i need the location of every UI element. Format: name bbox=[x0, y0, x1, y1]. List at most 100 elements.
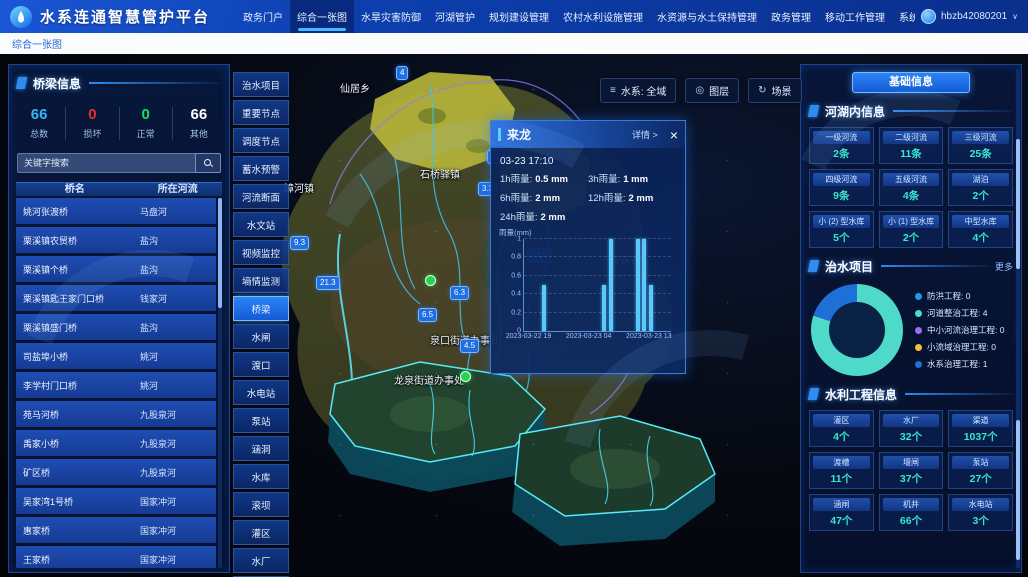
legend-item[interactable]: 小流域治理工程: 0 bbox=[915, 341, 1015, 353]
layer-menu-item[interactable]: 水电站 bbox=[233, 380, 289, 405]
popup-metrics: 1h雨量:0.5 mm3h雨量:1 mm6h雨量:2 mm12h雨量:2 mm2… bbox=[500, 171, 676, 223]
river-name-cell: 九股泉河 bbox=[130, 408, 216, 421]
table-row[interactable]: 矿区桥九股泉河 bbox=[16, 459, 216, 485]
map-control-button[interactable]: ◎图层 bbox=[685, 78, 739, 103]
table-row[interactable]: 惠家桥国家冲河 bbox=[16, 517, 216, 543]
layer-menu-item[interactable]: 河流断面 bbox=[233, 184, 289, 209]
info-cell[interactable]: 堰闸37个 bbox=[879, 452, 944, 489]
basic-info-button[interactable]: 基础信息 bbox=[852, 72, 970, 93]
info-cell[interactable]: 机井66个 bbox=[879, 494, 944, 531]
popup-detail-link[interactable]: 详情 > bbox=[632, 128, 658, 141]
layer-menu-item[interactable]: 水库 bbox=[233, 464, 289, 489]
layer-menu-item[interactable]: 桥梁 bbox=[233, 296, 289, 321]
rain-metric: 24h雨量:2 mm bbox=[500, 209, 588, 223]
info-cell[interactable]: 一级河流2条 bbox=[809, 127, 874, 164]
info-cell[interactable]: 泵站27个 bbox=[948, 452, 1013, 489]
layer-menu-item[interactable]: 滚坝 bbox=[233, 492, 289, 517]
bridge-panel-title: 桥梁信息 bbox=[33, 75, 81, 92]
layer-menu-item[interactable]: 蓄水预警 bbox=[233, 156, 289, 181]
info-cell[interactable]: 小 (1) 型水库2个 bbox=[879, 211, 944, 248]
map-badge[interactable]: 9.3 bbox=[290, 236, 309, 250]
map-badge[interactable]: 4.5 bbox=[460, 339, 479, 353]
legend-label: 中小河流治理工程: 0 bbox=[927, 324, 1004, 336]
search-input[interactable] bbox=[17, 153, 195, 173]
map-badge[interactable]: 4 bbox=[396, 66, 408, 80]
user-box[interactable]: hbzb42080201 ∨ bbox=[921, 9, 1018, 24]
table-row[interactable]: 司盐埠小桥姚河 bbox=[16, 343, 216, 369]
rain-metric-value: 0.5 mm bbox=[535, 174, 568, 185]
table-row[interactable]: 栗溪镇匙王家门口桥钱家河 bbox=[16, 285, 216, 311]
layer-menu-item[interactable]: 视频监控 bbox=[233, 240, 289, 265]
map-control-button[interactable]: ↻场景 bbox=[748, 78, 801, 103]
layer-menu-item[interactable]: 渡口 bbox=[233, 352, 289, 377]
search-button[interactable] bbox=[195, 153, 221, 173]
nav-item[interactable]: 河湖管护 bbox=[428, 0, 482, 33]
close-icon[interactable]: × bbox=[670, 128, 678, 142]
legend-item[interactable]: 中小河流治理工程: 0 bbox=[915, 324, 1015, 336]
info-cell-label: 四级河流 bbox=[813, 173, 870, 186]
nav-item[interactable]: 水资源与水土保持管理 bbox=[650, 0, 764, 33]
nav-item[interactable]: 综合一张图 bbox=[290, 0, 354, 33]
breadcrumb-bar: 综合一张图 bbox=[0, 33, 1028, 54]
layer-menu-item[interactable]: 涵洞 bbox=[233, 436, 289, 461]
nav-item[interactable]: 系统管理 bbox=[892, 0, 915, 33]
more-link[interactable]: 更多 bbox=[995, 260, 1013, 273]
nav-item[interactable]: 政务管理 bbox=[764, 0, 818, 33]
legend-item[interactable]: 防洪工程: 0 bbox=[915, 290, 1015, 302]
table-row[interactable]: 李学村门口桥姚河 bbox=[16, 372, 216, 398]
rain-xtick: 2023-03-23 13 bbox=[626, 333, 672, 340]
nav-item[interactable]: 政务门户 bbox=[236, 0, 290, 33]
table-row[interactable]: 王家桥国家冲河 bbox=[16, 546, 216, 568]
info-cell[interactable]: 二级河流11条 bbox=[879, 127, 944, 164]
panel-scrollbar[interactable] bbox=[1016, 69, 1020, 568]
layer-menu-item[interactable]: 墒情监测 bbox=[233, 268, 289, 293]
panel-scrollbar-thumb[interactable] bbox=[1016, 420, 1020, 560]
map-badge[interactable]: 21.3 bbox=[316, 276, 340, 290]
layer-menu-item[interactable]: 水厂 bbox=[233, 548, 289, 573]
bridge-stat: 0正常 bbox=[120, 107, 173, 140]
rain-metric-label: 1h雨量: bbox=[500, 174, 532, 185]
breadcrumb[interactable]: 综合一张图 bbox=[12, 36, 62, 51]
layer-menu-item[interactable]: 灌区 bbox=[233, 520, 289, 545]
info-cell[interactable]: 渡槽11个 bbox=[809, 452, 874, 489]
table-row[interactable]: 栗溪镇农贸桥盐沟 bbox=[16, 227, 216, 253]
info-cell-value: 4个 bbox=[952, 232, 1009, 244]
info-cell[interactable]: 三级河流25条 bbox=[948, 127, 1013, 164]
info-cell[interactable]: 小 (2) 型水库5个 bbox=[809, 211, 874, 248]
table-scrollbar-thumb[interactable] bbox=[218, 198, 222, 308]
info-cell[interactable]: 水电站3个 bbox=[948, 494, 1013, 531]
table-row[interactable]: 吴家湾1号桥国家冲河 bbox=[16, 488, 216, 514]
table-row[interactable]: 姚河张渡桥马盘河 bbox=[16, 198, 216, 224]
nav-item[interactable]: 移动工作管理 bbox=[818, 0, 892, 33]
info-cell[interactable]: 中型水库4个 bbox=[948, 211, 1013, 248]
map-badge[interactable]: 6.3 bbox=[450, 286, 469, 300]
info-cell[interactable]: 五级河流4条 bbox=[879, 169, 944, 206]
table-row[interactable]: 栗溪镇盛门桥盐沟 bbox=[16, 314, 216, 340]
legend-item[interactable]: 水系治理工程: 1 bbox=[915, 358, 1015, 370]
table-row[interactable]: 苑马河桥九股泉河 bbox=[16, 401, 216, 427]
map-control-button[interactable]: ≡水系: 全域 bbox=[600, 78, 676, 103]
info-cell[interactable]: 湖泊2个 bbox=[948, 169, 1013, 206]
info-cell[interactable]: 灌区4个 bbox=[809, 410, 874, 447]
table-row[interactable]: 栗溪镇个桥盐沟 bbox=[16, 256, 216, 282]
map-green-marker[interactable] bbox=[425, 275, 436, 286]
panel-scrollbar-thumb[interactable] bbox=[1016, 139, 1020, 269]
info-cell[interactable]: 水厂32个 bbox=[879, 410, 944, 447]
table-scrollbar[interactable] bbox=[218, 198, 222, 568]
layer-menu-item[interactable]: 水文站 bbox=[233, 212, 289, 237]
layer-menu-item[interactable]: 泵站 bbox=[233, 408, 289, 433]
nav-item[interactable]: 农村水利设施管理 bbox=[556, 0, 650, 33]
info-cell[interactable]: 涵闸47个 bbox=[809, 494, 874, 531]
legend-item[interactable]: 河道整治工程: 4 bbox=[915, 307, 1015, 319]
info-cell[interactable]: 四级河流9条 bbox=[809, 169, 874, 206]
layer-menu-item[interactable]: 调度节点 bbox=[233, 128, 289, 153]
nav-item[interactable]: 规划建设管理 bbox=[482, 0, 556, 33]
layer-menu-item[interactable]: 水闸 bbox=[233, 324, 289, 349]
layer-menu-item[interactable]: 治水项目 bbox=[233, 72, 289, 97]
table-row[interactable]: 禹家小桥九股泉河 bbox=[16, 430, 216, 456]
layer-menu-item[interactable]: 重要节点 bbox=[233, 100, 289, 125]
map-green-marker[interactable] bbox=[460, 371, 471, 382]
nav-item[interactable]: 水旱灾害防御 bbox=[354, 0, 428, 33]
info-cell[interactable]: 渠道1037个 bbox=[948, 410, 1013, 447]
map-badge[interactable]: 6.5 bbox=[418, 308, 437, 322]
